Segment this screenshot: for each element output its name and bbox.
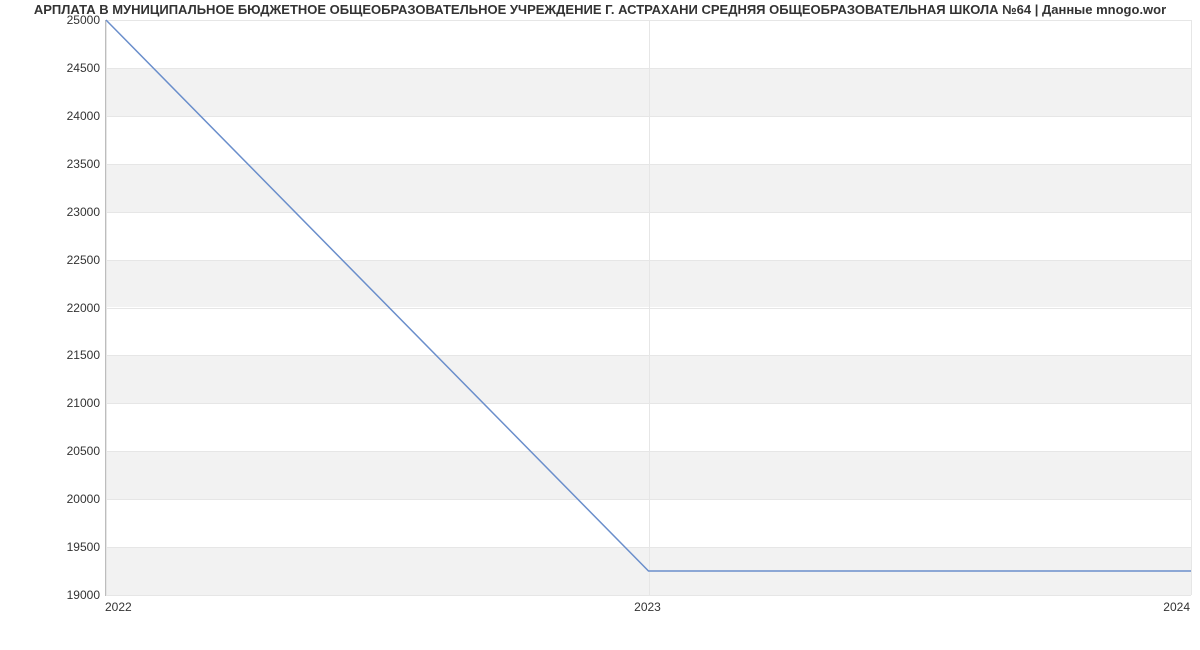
y-tick-label: 23500 bbox=[40, 157, 100, 171]
chart-title: АРПЛАТА В МУНИЦИПАЛЬНОЕ БЮДЖЕТНОЕ ОБЩЕОБ… bbox=[0, 2, 1200, 17]
series-line bbox=[106, 20, 1191, 571]
y-tick-label: 20500 bbox=[40, 444, 100, 458]
y-tick-label: 24000 bbox=[40, 109, 100, 123]
y-tick-label: 19000 bbox=[40, 588, 100, 602]
y-tick-label: 25000 bbox=[40, 13, 100, 27]
line-layer bbox=[106, 20, 1191, 595]
y-tick-label: 19500 bbox=[40, 540, 100, 554]
h-gridline bbox=[106, 595, 1191, 596]
y-tick-label: 23000 bbox=[40, 205, 100, 219]
y-tick-label: 21000 bbox=[40, 396, 100, 410]
x-tick-label: 2023 bbox=[634, 600, 661, 614]
y-tick-label: 22000 bbox=[40, 301, 100, 315]
y-tick-label: 22500 bbox=[40, 253, 100, 267]
v-gridline bbox=[1191, 20, 1192, 595]
y-tick-label: 24500 bbox=[40, 61, 100, 75]
x-tick-label: 2022 bbox=[105, 600, 132, 614]
chart-container: АРПЛАТА В МУНИЦИПАЛЬНОЕ БЮДЖЕТНОЕ ОБЩЕОБ… bbox=[0, 0, 1200, 650]
plot-area bbox=[105, 20, 1191, 596]
x-tick-label: 2024 bbox=[1163, 600, 1190, 614]
y-tick-label: 20000 bbox=[40, 492, 100, 506]
y-tick-label: 21500 bbox=[40, 348, 100, 362]
